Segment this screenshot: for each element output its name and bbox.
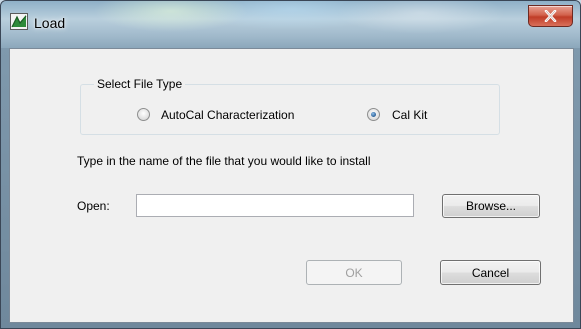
radio-cal-kit[interactable]	[367, 108, 380, 121]
open-label: Open:	[77, 199, 110, 213]
window-title: Load	[34, 15, 66, 31]
radio-autocal-characterization[interactable]	[137, 108, 150, 121]
close-button[interactable]	[528, 5, 573, 27]
file-name-input[interactable]	[136, 194, 414, 217]
radio-autocal-label[interactable]: AutoCal Characterization	[161, 108, 294, 122]
browse-button[interactable]: Browse...	[442, 194, 540, 218]
close-icon	[544, 10, 557, 22]
cancel-button[interactable]: Cancel	[440, 260, 541, 285]
title-bar[interactable]: Load	[1, 1, 580, 48]
load-app-icon	[10, 13, 28, 30]
file-type-group-label: Select File Type	[94, 77, 186, 91]
ok-button[interactable]: OK	[306, 260, 402, 285]
instructions-text: Type in the name of the file that you wo…	[77, 154, 371, 168]
load-dialog-window: Load Select File Type AutoCal Characteri…	[0, 0, 581, 329]
radio-selected-dot	[371, 112, 376, 117]
window-frame-left	[1, 48, 9, 328]
dialog-client-area: Select File Type AutoCal Characterizatio…	[9, 48, 574, 323]
radio-cal-kit-label[interactable]: Cal Kit	[392, 108, 427, 122]
